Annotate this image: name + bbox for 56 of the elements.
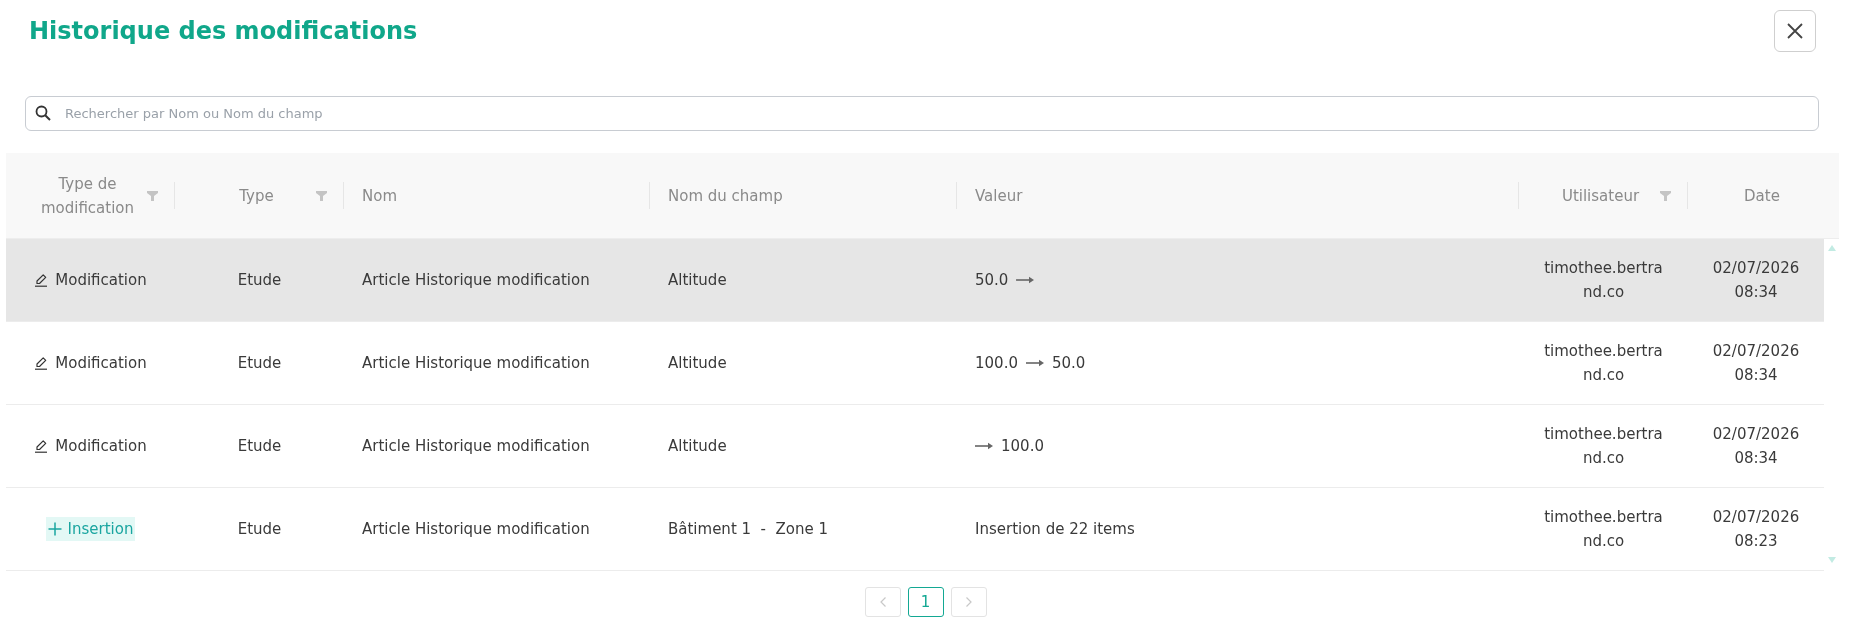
- date-text: 02/07/2026 08:34: [1711, 258, 1801, 303]
- date-text: 02/07/2026 08:34: [1711, 341, 1801, 386]
- date-text: 02/07/2026 08:34: [1711, 424, 1801, 469]
- change-type-text: Modification: [55, 353, 147, 374]
- user-name-text: timothee.bertrand.co: [1543, 341, 1664, 386]
- filter-icon[interactable]: [316, 190, 327, 201]
- type-text: Etude: [237, 519, 282, 540]
- name-text: Article Historique modification: [362, 353, 590, 374]
- old-value-text: 50.0: [975, 270, 1009, 291]
- pencil-icon: [34, 356, 49, 370]
- arrow-icon: [1025, 359, 1044, 367]
- type-text: Etude: [237, 270, 282, 291]
- user-name-text: timothee.bertrand.co: [1543, 507, 1664, 552]
- value-text: Insertion de 22 items: [975, 519, 1135, 540]
- new-value-text: 100.0: [1001, 436, 1044, 457]
- new-value-text: 50.0: [1051, 353, 1086, 374]
- arrow-icon: [1016, 276, 1035, 284]
- dialog-title: Historique des modifications: [29, 16, 418, 47]
- column-header: Type de modification: [40, 174, 135, 217]
- column-header: Date: [1744, 186, 1780, 205]
- filter-icon[interactable]: [147, 190, 158, 201]
- scroll-down-icon[interactable]: [1827, 557, 1836, 563]
- type-text: Etude: [237, 353, 282, 374]
- column-header: Utilisateur: [1561, 186, 1640, 205]
- close-button[interactable]: [1774, 10, 1816, 52]
- user-name-text: timothee.bertrand.co: [1543, 424, 1664, 469]
- old-value-text: 100.0: [975, 353, 1018, 374]
- pencil-icon: [34, 273, 49, 287]
- name-text: Article Historique modification: [362, 519, 590, 540]
- name-text: Article Historique modification: [362, 270, 590, 291]
- column-header: Nom du champ: [668, 186, 783, 205]
- change-type-text: Modification: [55, 436, 147, 457]
- plus-icon: [47, 522, 62, 536]
- field-name-text: Altitude: [668, 436, 727, 457]
- column-header: Nom: [362, 186, 397, 205]
- search-icon: [35, 105, 51, 121]
- field-name-text: Altitude: [668, 353, 727, 374]
- search-field[interactable]: Rechercher par Nom ou Nom du champ: [25, 96, 1819, 131]
- filter-icon[interactable]: [1660, 190, 1671, 201]
- change-type-text: Modification: [55, 270, 147, 291]
- user-name-text: timothee.bertrand.co: [1543, 258, 1664, 303]
- pencil-icon: [34, 439, 49, 453]
- chevron-left-icon: [879, 597, 886, 607]
- name-text: Article Historique modification: [362, 436, 590, 457]
- chevron-right-icon: [965, 597, 972, 607]
- column-header: Valeur: [975, 186, 1023, 205]
- scroll-up-icon[interactable]: [1827, 245, 1836, 251]
- type-text: Etude: [237, 436, 282, 457]
- page-button[interactable]: 1: [907, 587, 944, 617]
- field-name-text: Altitude: [668, 270, 727, 291]
- close-icon: [1787, 23, 1803, 39]
- field-name-text: Bâtiment 1 - Zone 1: [668, 519, 829, 540]
- column-header: Type: [239, 186, 274, 205]
- arrow-icon: [975, 442, 993, 450]
- date-text: 02/07/2026 08:23: [1711, 507, 1801, 552]
- change-type-text: Insertion: [67, 519, 134, 540]
